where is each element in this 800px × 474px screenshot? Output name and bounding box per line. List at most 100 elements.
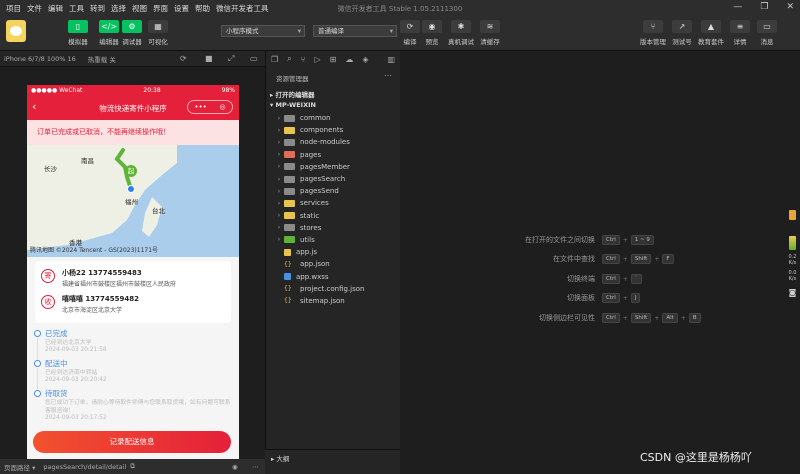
folder-stores[interactable]: › stores <box>266 222 401 234</box>
editor-area: 在打开的文件之间切换 Ctrl + 1 ~ 9 在文件中查找 Ctrl + Shif… <box>400 51 785 474</box>
perf-widget: 0.2 K/s 0.0 K/s ◙ <box>785 210 800 340</box>
eye-icon[interactable]: ◉ <box>232 463 238 471</box>
address-card: 寄 小杨22 13774559483 福建省福州市鼓楼区福州市鼓楼区人民政府 收… <box>35 261 231 323</box>
exit-icon[interactable]: ◎ <box>220 103 226 111</box>
menu-item-project[interactable]: 项目 <box>6 3 21 14</box>
receiver-badge: 收 <box>41 295 55 309</box>
timeline-desc: 您已成功下订单，请耐心等待取件师傅与您联系取货哦，如有问题可联系客服咨询！ <box>45 400 231 414</box>
search-icon[interactable]: ⌕ <box>287 54 291 64</box>
file-app-wxss[interactable]: app.wxss <box>266 270 401 282</box>
receiver-row: 收 嘻嘻嘻 13774559482 北京市海淀区北京大学 <box>41 292 225 318</box>
file-sitemap[interactable]: {} sitemap.json <box>266 295 401 307</box>
timeline-time: 2024-09-03 20:21:58 <box>45 347 107 353</box>
folder-static[interactable]: › static <box>266 210 401 222</box>
timeline-status: 已完成 <box>45 329 68 338</box>
shortcut-row: 在文件中查找 Ctrl + Shift + F <box>500 253 790 265</box>
timeline-item: 待取货 您已成功下订单，请耐心等待取件师傅与您联系取货哦，如有问题可联系客服咨询… <box>34 388 235 426</box>
download-speed: 0.0 K/s <box>788 270 797 282</box>
more-icon[interactable]: ⋯ <box>252 463 259 471</box>
battery-icon <box>789 210 796 220</box>
menu-item-wechat-devtools[interactable]: 微信开发者工具 <box>216 3 269 14</box>
debug-icon[interactable]: ▷ <box>314 55 320 64</box>
timeline-time: 2024-09-03 20:20:42 <box>45 377 107 383</box>
compile-select[interactable]: 普通编译 <box>313 25 397 37</box>
folder-pages[interactable]: › pages <box>266 149 401 161</box>
file-tree: › common › components › node-modules › pages… <box>266 112 401 307</box>
menu-item-help[interactable]: 帮助 <box>195 3 210 14</box>
outline-section[interactable]: ▸ 大纲 <box>265 449 400 474</box>
source-control-icon[interactable]: ⑂ <box>301 55 306 64</box>
device-select[interactable]: iPhone 6/7/8 100% 16 <box>4 55 76 63</box>
visual-button[interactable]: ▦ 可视化 <box>141 20 175 46</box>
open-editors-section[interactable]: ▸ 打开的编辑器 <box>270 89 315 99</box>
folder-node-modules[interactable]: › node-modules <box>266 136 401 148</box>
explorer-toolbar: ❐ ⌕ ⑂ ▷ ⊞ ☁ ◈ ▥ <box>266 51 401 67</box>
menu-item-file[interactable]: 文件 <box>27 3 42 14</box>
menu-item-interface[interactable]: 界面 <box>153 3 168 14</box>
clear-cache-button[interactable]: ≋ 清缓存 <box>473 20 507 46</box>
restore-icon[interactable]: ❐ <box>760 2 768 12</box>
messages-button[interactable]: ▭ 消息 <box>750 20 784 46</box>
menu-item-select[interactable]: 选择 <box>111 3 126 14</box>
folder-utils[interactable]: › utils <box>266 234 401 246</box>
map-label-changsha: 长沙 <box>44 165 57 173</box>
folder-services[interactable]: › services <box>266 197 401 209</box>
css-file-icon <box>284 273 291 281</box>
record-delivery-button[interactable]: 记录配送信息 <box>33 431 231 453</box>
menu-item-settings[interactable]: 设置 <box>174 3 189 14</box>
menu-item-tools[interactable]: 工具 <box>69 3 84 14</box>
dock-icon[interactable]: ▭ <box>250 54 258 63</box>
file-project-config[interactable]: {} project.config.json <box>266 283 401 295</box>
folder-icon <box>284 138 295 146</box>
bug-icon: ✱ <box>451 20 471 33</box>
folder-icon <box>284 212 295 220</box>
menu-item-view[interactable]: 视图 <box>132 3 147 14</box>
mode-select[interactable]: 小程序模式 <box>221 25 305 37</box>
fullscreen-icon[interactable]: ⤢ <box>228 54 234 64</box>
project-section[interactable]: ▾ MP-WEIXIN <box>270 101 316 109</box>
folder-icon <box>284 236 295 244</box>
folder-pagesMember[interactable]: › pagesMember <box>266 161 401 173</box>
explorer-title: 资源管理器 <box>276 75 309 83</box>
more-icon[interactable]: ⋯ <box>384 71 392 80</box>
simulator-button[interactable]: ▯ 模拟器 <box>61 20 95 46</box>
cloud-icon[interactable]: ☁ <box>345 55 353 64</box>
refresh-icon[interactable]: ⟳ <box>180 54 187 63</box>
folder-common[interactable]: › common <box>266 112 401 124</box>
sender-address: 福建省福州市鼓楼区福州市鼓楼区人民政府 <box>62 281 177 288</box>
folder-pagesSearch[interactable]: › pagesSearch <box>266 173 401 185</box>
folder-icon <box>284 175 295 183</box>
stop-icon[interactable]: ■ <box>205 54 213 63</box>
status-bar: ●●●●● WeChat 20:38 98% <box>31 87 235 94</box>
file-app-json[interactable]: {} app.json <box>266 258 401 270</box>
map-view[interactable]: 南昌 长沙 福州 台北 香港 起 腾讯地图 ©2024 Tencent - GS… <box>27 145 239 257</box>
battery-text: 98% <box>221 87 235 94</box>
camera-icon[interactable]: ◙ <box>785 288 800 297</box>
folder-icon <box>284 151 295 159</box>
extensions-icon[interactable]: ⊞ <box>330 55 337 64</box>
menu-item-goto[interactable]: 转到 <box>90 3 105 14</box>
close-icon[interactable]: ✕ <box>786 2 794 12</box>
folder-pagesSend[interactable]: › pagesSend <box>266 185 401 197</box>
page-path-bar: 页面路径 ▾ pagesSearch/detail/detail ⧉ ◉ ⋯ <box>0 459 265 474</box>
split-icon[interactable]: ▥ <box>387 55 395 64</box>
hot-reload-select[interactable]: 热重载 关 <box>88 54 116 64</box>
menu-item-edit[interactable]: 编辑 <box>48 3 63 14</box>
tag-icon[interactable]: ◈ <box>362 55 368 64</box>
file-app-js[interactable]: app.js <box>266 246 401 258</box>
json-file-icon: {} <box>284 297 292 305</box>
more-icon[interactable]: ••• <box>194 103 206 111</box>
shortcut-row: 切换面板 Ctrl + J <box>500 292 790 304</box>
start-marker[interactable]: 起 <box>125 165 137 177</box>
layout-icon: ▦ <box>148 20 168 33</box>
minimize-icon[interactable]: — <box>733 2 742 12</box>
carrier-text: ●●●●● WeChat <box>31 87 83 94</box>
folder-icon <box>284 224 295 232</box>
files-icon[interactable]: ❐ <box>271 55 278 64</box>
upload-speed: 0.2 K/s <box>788 254 797 266</box>
page-path-label[interactable]: 页面路径 ▾ <box>4 462 35 472</box>
copy-icon[interactable]: ⧉ <box>130 462 135 471</box>
avatar[interactable] <box>6 20 26 42</box>
folder-components[interactable]: › components <box>266 124 401 136</box>
map-label-fuzhou: 福州 <box>125 198 138 206</box>
